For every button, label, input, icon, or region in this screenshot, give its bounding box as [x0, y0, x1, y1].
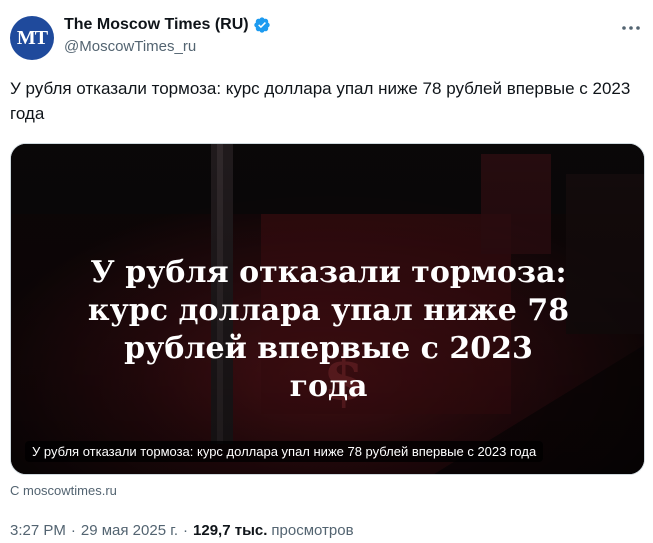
link-card[interactable]: $ У рубля отказали тормоза: курс доллара… [10, 143, 645, 475]
avatar-logo-text: MT [16, 26, 48, 49]
tweet-header: MT The Moscow Times (RU) @MoscowTimes_ru [10, 12, 643, 64]
meta-separator: · [183, 522, 189, 539]
account-handle[interactable]: @MoscowTimes_ru [64, 38, 196, 55]
verified-badge-icon [253, 16, 271, 34]
tweet-time[interactable]: 3:27 PM [10, 522, 66, 539]
display-name[interactable]: The Moscow Times (RU) [64, 16, 249, 34]
more-horizontal-icon [622, 26, 640, 30]
meta-separator: · [70, 522, 76, 539]
card-headline: У рубля отказали тормоза: курс доллара у… [87, 255, 570, 404]
views-label: просмотров [271, 522, 354, 539]
display-name-row: The Moscow Times (RU) [64, 16, 271, 34]
more-options-button[interactable] [619, 18, 643, 38]
views-count[interactable]: 129,7 тыс. [193, 522, 267, 539]
tweet-date[interactable]: 29 мая 2025 г. [81, 522, 178, 539]
tweet-meta: 3:27 PM · 29 мая 2025 г. · 129,7 тыс. пр… [10, 522, 354, 539]
card-caption: У рубля отказали тормоза: курс доллара у… [25, 441, 544, 462]
avatar[interactable]: MT [10, 16, 54, 60]
link-source[interactable]: С moscowtimes.ru [10, 483, 117, 498]
tweet-text: У рубля отказали тормоза: курс доллара у… [10, 79, 631, 123]
